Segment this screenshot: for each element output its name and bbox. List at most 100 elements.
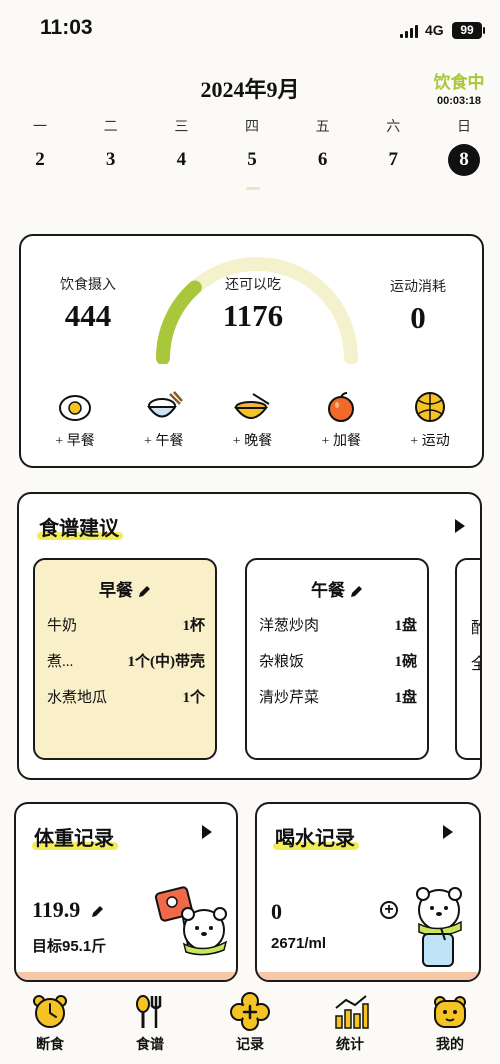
bear-scale-illustration <box>154 886 228 956</box>
egg-icon <box>59 395 91 421</box>
date-cell[interactable]: 6 <box>303 144 343 176</box>
status-bar: 11:03 4G 99 <box>0 0 500 56</box>
food-qty: 1盘 <box>394 690 417 706</box>
weight-record-card[interactable]: 体重记录 119.9 目标95.1斤 <box>14 802 238 982</box>
recipe-more-arrow[interactable] <box>455 519 465 533</box>
add-breakfast-button[interactable]: + 早餐 <box>35 390 115 450</box>
date-cell[interactable]: 3 <box>91 144 131 176</box>
apple-icon <box>328 392 355 422</box>
weekday-label: 六 <box>386 120 401 135</box>
exercise-value: 0 <box>410 300 426 335</box>
lunch-recipe-card[interactable]: 午餐 洋葱炒肉 1盘 杂粮饭 1碗 清炒芹菜 1盘 <box>245 558 429 760</box>
tab-recipe[interactable]: 食谱 <box>110 986 190 1064</box>
water-value: 0 <box>271 899 282 924</box>
weekday-label: 四 <box>244 120 259 135</box>
tab-record[interactable]: 记录 <box>210 986 290 1064</box>
add-exercise-button[interactable]: + 运动 <box>390 390 470 450</box>
dinner-recipe-card-peek[interactable]: 酢 全 <box>455 558 480 760</box>
fasting-timer: 00:03:18 <box>436 95 482 107</box>
food-qty: 1杯 <box>182 618 205 634</box>
recipe-title-text: 食谱建议 <box>39 518 119 540</box>
bar-chart-icon <box>335 995 369 1029</box>
bear-face-icon <box>434 996 466 1028</box>
date-row: 2 3 4 5 6 7 8 <box>20 144 484 176</box>
food-name: 洋葱炒肉 <box>259 618 320 634</box>
lunch-title-text: 午餐 <box>311 581 345 600</box>
intake-value: 444 <box>64 298 112 333</box>
weekday-label: 日 <box>456 120 471 135</box>
breakfast-title: 早餐 <box>35 576 215 601</box>
exercise-label: 运动消耗 <box>390 280 446 295</box>
network-type: 4G <box>425 22 444 38</box>
month-title[interactable]: 2024年9月 <box>0 72 500 104</box>
flower-plus-icon <box>230 992 270 1031</box>
food-name: 水煮地瓜 <box>47 690 108 706</box>
pencil-icon[interactable] <box>349 585 363 599</box>
add-lunch-label: + 午餐 <box>144 434 184 449</box>
breakfast-recipe-card[interactable]: 早餐 牛奶 1杯 煮... 1个(中)带壳 水煮地瓜 1个 <box>33 558 217 760</box>
add-dinner-label: + 晚餐 <box>232 434 273 449</box>
water-more-arrow[interactable] <box>443 825 453 839</box>
pencil-icon[interactable] <box>90 905 104 919</box>
water-title: 喝水记录 <box>273 822 359 851</box>
fork-spoon-icon <box>136 995 162 1028</box>
water-record-card[interactable]: 喝水记录 0 + 2671/ml <box>255 802 481 982</box>
date-cell[interactable]: 7 <box>373 144 413 176</box>
recipe-section-title: 食谱建议 <box>37 512 123 541</box>
add-snack-button[interactable]: + 加餐 <box>301 390 381 450</box>
date-cell[interactable]: 2 <box>20 144 60 176</box>
ball-icon <box>415 392 445 422</box>
card-bottom-band <box>16 972 236 980</box>
exercise-stat: 运动消耗 0 <box>373 276 463 336</box>
calorie-summary-card: 饮食摄入 444 还可以吃 1176 运动消耗 0 + 早餐 + 午餐 + 晚餐… <box>19 234 484 468</box>
weight-more-arrow[interactable] <box>202 825 212 839</box>
fasting-label: 饮食中 <box>433 73 485 92</box>
add-lunch-button[interactable]: + 午餐 <box>124 390 204 450</box>
remaining-value: 1176 <box>222 298 284 333</box>
add-breakfast-label: + 早餐 <box>55 434 95 449</box>
food-qty: 1个 <box>182 690 205 706</box>
rice-bowl-icon <box>146 391 183 418</box>
weekday-label: 三 <box>174 120 189 135</box>
weekday-label: 一 <box>33 120 47 135</box>
peek-line: 全 <box>471 650 480 674</box>
tab-stats[interactable]: 统计 <box>310 986 390 1064</box>
tab-record-label: 记录 <box>236 1038 264 1053</box>
signal-icon <box>400 24 420 38</box>
tab-fasting[interactable]: 断食 <box>10 986 90 1064</box>
intake-label: 饮食摄入 <box>60 278 116 293</box>
food-name: 煮... <box>47 654 74 670</box>
card-bottom-band <box>257 972 479 980</box>
intake-stat: 饮食摄入 444 <box>43 274 133 334</box>
gauge-fill <box>156 280 202 364</box>
food-name: 清炒芹菜 <box>259 690 320 706</box>
food-qty: 1盘 <box>394 618 417 634</box>
weekday-label: 五 <box>315 120 330 135</box>
alarm-clock-icon <box>33 995 67 1028</box>
fasting-status[interactable]: 饮食中 00:03:18 <box>428 68 490 107</box>
weight-title-text: 体重记录 <box>34 828 114 850</box>
bear-drink-illustration <box>416 887 462 967</box>
breakfast-title-text: 早餐 <box>99 581 133 600</box>
weight-value-row: 119.9 <box>32 897 104 923</box>
add-exercise-label: + 运动 <box>410 434 450 449</box>
status-time: 11:03 <box>40 16 93 39</box>
add-water-button[interactable]: + <box>380 901 398 919</box>
add-dinner-button[interactable]: + 晚餐 <box>213 390 293 450</box>
remaining-label: 还可以吃 <box>225 278 281 293</box>
weekday-label: 二 <box>103 120 118 135</box>
weight-title: 体重记录 <box>32 822 118 851</box>
date-cell[interactable]: 4 <box>161 144 201 176</box>
tab-recipe-label: 食谱 <box>136 1038 164 1053</box>
pencil-icon[interactable] <box>137 585 151 599</box>
food-qty: 1个(中)带壳 <box>127 654 206 670</box>
date-cell-selected[interactable]: 8 <box>447 144 480 176</box>
tab-mine[interactable]: 我的 <box>410 986 490 1064</box>
remaining-stat: 还可以吃 1176 <box>201 274 305 334</box>
weekday-row: 一 二 三 四 五 六 日 <box>20 116 484 136</box>
food-name: 杂粮饭 <box>259 654 305 670</box>
battery-icon: 99 <box>452 22 485 39</box>
recipe-suggestion-card: 食谱建议 早餐 牛奶 1杯 煮... 1个(中)带壳 水煮地瓜 1个 午餐 洋葱… <box>17 492 482 780</box>
quick-add-row: + 早餐 + 午餐 + 晚餐 + 加餐 + 运动 <box>35 390 470 450</box>
date-cell[interactable]: 5 <box>232 144 272 176</box>
